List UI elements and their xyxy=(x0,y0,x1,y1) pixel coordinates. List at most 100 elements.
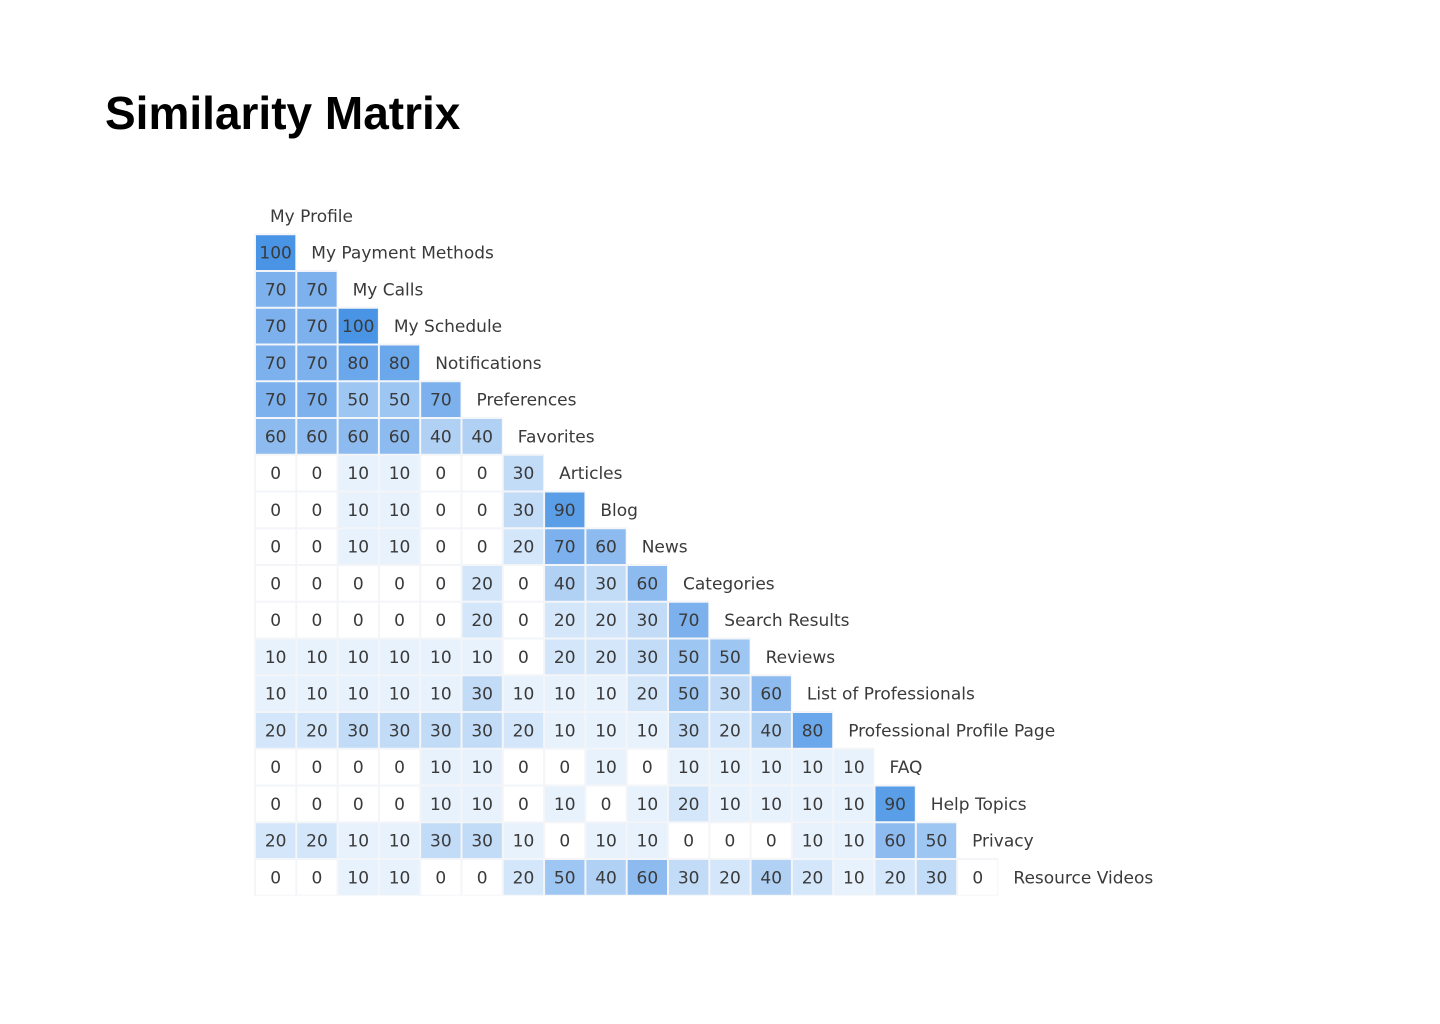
row-label: Notifications xyxy=(435,354,542,374)
matrix-cell-value: 60 xyxy=(884,832,906,852)
matrix-cell-value: 10 xyxy=(265,685,287,705)
matrix-cell-value: 0 xyxy=(477,868,488,888)
matrix-cell-value: 0 xyxy=(559,832,570,852)
matrix-cell-value: 30 xyxy=(595,574,617,594)
matrix-cell-value: 20 xyxy=(513,721,535,741)
matrix-cell-value: 30 xyxy=(678,721,700,741)
matrix-cell-value: 30 xyxy=(471,685,493,705)
matrix-cell-value: 40 xyxy=(760,868,782,888)
matrix-cell-value: 10 xyxy=(347,648,369,668)
matrix-cell-value: 60 xyxy=(265,427,287,447)
matrix-cell-value: 10 xyxy=(678,758,700,778)
matrix-cell-value: 0 xyxy=(312,538,323,558)
matrix-cell-value: 0 xyxy=(270,464,281,484)
matrix-cell-value: 10 xyxy=(637,721,659,741)
matrix-cell-value: 10 xyxy=(554,795,576,815)
matrix-cell-value: 60 xyxy=(595,538,617,558)
matrix-cell-value: 50 xyxy=(389,391,411,411)
similarity-matrix: My Profile 100 My Payment Methods 70 70 My Ca… xyxy=(0,0,1440,1024)
matrix-cell-value: 20 xyxy=(719,868,741,888)
matrix-cell-value: 10 xyxy=(347,868,369,888)
matrix-cell-value: 0 xyxy=(477,538,488,558)
matrix-cell-value: 60 xyxy=(306,427,328,447)
matrix-cell-value: 0 xyxy=(270,574,281,594)
matrix-cell-value: 60 xyxy=(389,427,411,447)
matrix-cell-value: 10 xyxy=(347,501,369,521)
matrix-cell-value: 10 xyxy=(719,758,741,778)
matrix-cell-value: 10 xyxy=(430,758,452,778)
matrix-cell-value: 70 xyxy=(306,280,328,300)
matrix-cell-value: 10 xyxy=(389,538,411,558)
row-label: My Schedule xyxy=(394,317,502,337)
matrix-cell-value: 0 xyxy=(435,538,446,558)
matrix-cell-value: 20 xyxy=(595,648,617,668)
matrix-cell-value: 10 xyxy=(471,795,493,815)
matrix-cell-value: 60 xyxy=(637,574,659,594)
matrix-cell-value: 80 xyxy=(389,354,411,374)
matrix-cell-value: 10 xyxy=(389,832,411,852)
row-label: Resource Videos xyxy=(1013,868,1153,888)
matrix-cell-value: 10 xyxy=(389,685,411,705)
matrix-cell-value: 10 xyxy=(843,795,865,815)
matrix-cell-value: 10 xyxy=(760,795,782,815)
matrix-cell-value: 0 xyxy=(394,611,405,631)
matrix-cell-value: 40 xyxy=(595,868,617,888)
matrix-cell-value: 20 xyxy=(719,721,741,741)
matrix-cell-value: 10 xyxy=(471,758,493,778)
matrix-cell-value: 10 xyxy=(595,685,617,705)
matrix-cell-value: 10 xyxy=(347,464,369,484)
matrix-cell-value: 10 xyxy=(430,648,452,668)
matrix-cell-value: 10 xyxy=(306,648,328,668)
matrix-cell-value: 20 xyxy=(595,611,617,631)
matrix-cell-value: 70 xyxy=(306,391,328,411)
matrix-cell-value: 0 xyxy=(435,574,446,594)
matrix-cell-value: 30 xyxy=(430,721,452,741)
row-label: My Calls xyxy=(353,280,424,300)
matrix-cell-value: 10 xyxy=(389,464,411,484)
row-label: Blog xyxy=(600,501,638,521)
matrix-cell-value: 70 xyxy=(265,391,287,411)
matrix-cell-value: 20 xyxy=(554,611,576,631)
matrix-cell-value: 10 xyxy=(595,721,617,741)
matrix-cell-value: 50 xyxy=(678,685,700,705)
matrix-cell-value: 10 xyxy=(719,795,741,815)
matrix-cell-value: 40 xyxy=(554,574,576,594)
matrix-cell-value: 0 xyxy=(270,795,281,815)
matrix-cell-value: 0 xyxy=(518,611,529,631)
matrix-cell-value: 30 xyxy=(513,464,535,484)
matrix-cell-value: 70 xyxy=(554,538,576,558)
matrix-cell-value: 60 xyxy=(760,685,782,705)
matrix-cell-value: 50 xyxy=(347,391,369,411)
row-label: Privacy xyxy=(972,832,1034,852)
matrix-cell-value: 30 xyxy=(430,832,452,852)
matrix-cell-value: 30 xyxy=(719,685,741,705)
matrix-cell-value: 70 xyxy=(306,354,328,374)
matrix-cell-value: 0 xyxy=(312,464,323,484)
matrix-cell-value: 0 xyxy=(477,464,488,484)
matrix-cell-value: 10 xyxy=(265,648,287,668)
matrix-cell-value: 10 xyxy=(595,758,617,778)
matrix-cell-value: 0 xyxy=(270,868,281,888)
matrix-cell-value: 40 xyxy=(430,427,452,447)
matrix-cell-value: 70 xyxy=(265,354,287,374)
matrix-cell-value: 0 xyxy=(353,611,364,631)
matrix-cell-value: 0 xyxy=(518,648,529,668)
matrix-cell-value: 30 xyxy=(471,832,493,852)
matrix-cell-value: 10 xyxy=(513,832,535,852)
row-label: Preferences xyxy=(477,391,577,411)
matrix-cell-value: 0 xyxy=(353,795,364,815)
matrix-cell-value: 60 xyxy=(347,427,369,447)
row-label: My Payment Methods xyxy=(311,244,494,264)
matrix-cell-value: 70 xyxy=(306,317,328,337)
row-label: List of Professionals xyxy=(807,685,975,705)
matrix-cell-value: 100 xyxy=(342,317,374,337)
matrix-cell-value: 50 xyxy=(678,648,700,668)
matrix-cell-value: 10 xyxy=(430,795,452,815)
matrix-cell-value: 40 xyxy=(471,427,493,447)
matrix-cell-value: 0 xyxy=(435,868,446,888)
matrix-cell-value: 30 xyxy=(678,868,700,888)
matrix-cell-value: 30 xyxy=(389,721,411,741)
matrix-cell-value: 20 xyxy=(265,721,287,741)
matrix-cell-value: 80 xyxy=(802,721,824,741)
row-label: News xyxy=(642,538,688,558)
